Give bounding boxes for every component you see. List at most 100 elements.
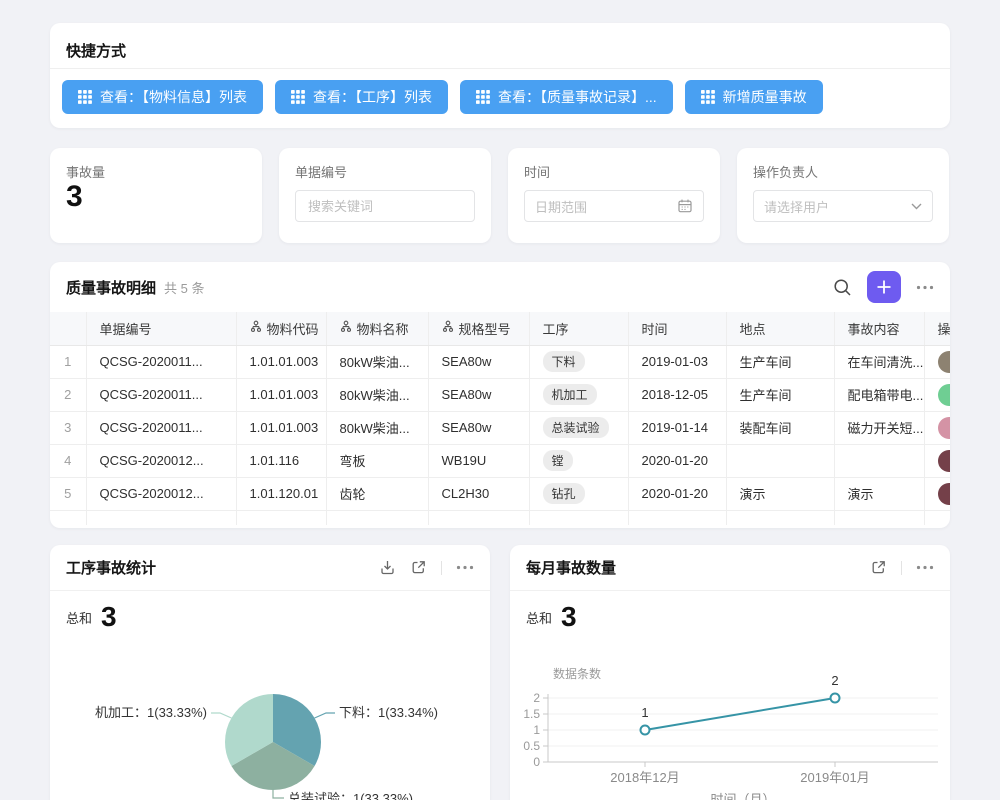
table-row[interactable]: 3 QCSG-2020011... 1.01.01.003 80kW柴油... … bbox=[50, 411, 950, 444]
cell-operator bbox=[924, 477, 950, 510]
cell-material-code: 1.01.01.003 bbox=[236, 378, 326, 411]
cell-spec: SEA80w bbox=[428, 345, 529, 378]
date-range-placeholder: 日期范围 bbox=[535, 197, 677, 216]
col-place: 地点 bbox=[726, 312, 834, 345]
empty-row bbox=[50, 510, 950, 525]
cell-place: 演示 bbox=[726, 477, 834, 510]
grid-icon bbox=[701, 90, 715, 104]
table-row[interactable]: 4 QCSG-2020012... 1.01.116 弯板 WB19U 镗 20… bbox=[50, 444, 950, 477]
table-titlebar: 质量事故明细 共 5 条 bbox=[50, 262, 950, 312]
col-material-code: 物料代码 bbox=[236, 312, 326, 345]
incident-table: 单据编号 物料代码 物料名称 规格型号 工序 时间 地点 事故内容 操作负责人 … bbox=[50, 312, 950, 525]
user-select[interactable]: 请选择用户 bbox=[753, 190, 933, 222]
cell-time: 2020-01-20 bbox=[628, 477, 726, 510]
doc-number-search-input[interactable] bbox=[295, 190, 475, 222]
shortcuts-card: 快捷方式 查看：【物料信息】列表 查看：【工序】列表 查看：【质量事故记录】..… bbox=[50, 23, 950, 128]
add-record-button[interactable] bbox=[867, 271, 901, 303]
line-chart: 数据条数 2 1.5 1 0.5 0 1 2 2018年12月 bbox=[510, 657, 950, 800]
cell-doc-no: QCSG-2020011... bbox=[86, 345, 236, 378]
more-menu-icon[interactable] bbox=[916, 285, 934, 290]
pie-chart: 机加工：1(33.33%) 下料：1(33.34%) 总装试验：1(33.33%… bbox=[50, 657, 490, 800]
grid-icon bbox=[78, 90, 92, 104]
cell-material-code: 1.01.01.003 bbox=[236, 411, 326, 444]
cell-operator bbox=[924, 378, 950, 411]
shortcut-buttons: 查看：【物料信息】列表 查看：【工序】列表 查看：【质量事故记录】... 新增质… bbox=[62, 80, 823, 114]
cell-incident bbox=[834, 444, 924, 477]
cell-incident: 在车间清洗... bbox=[834, 345, 924, 378]
avatar bbox=[938, 351, 951, 373]
view-process-list-button[interactable]: 查看：【工序】列表 bbox=[275, 80, 448, 114]
add-incident-button[interactable]: 新增质量事故 bbox=[685, 80, 823, 114]
cell-doc-no: QCSG-2020011... bbox=[86, 411, 236, 444]
process-tag: 钻孔 bbox=[543, 483, 585, 504]
data-point[interactable] bbox=[641, 726, 650, 735]
process-tag: 下料 bbox=[543, 351, 585, 372]
view-incident-records-button[interactable]: 查看：【质量事故记录】... bbox=[460, 80, 673, 114]
col-spec: 规格型号 bbox=[428, 312, 529, 345]
pie-label-zongzhuangshiyan: 总装试验：1(33.33%) bbox=[288, 791, 413, 800]
divider bbox=[901, 561, 902, 575]
sum-label: 总和 bbox=[526, 608, 552, 631]
more-menu-icon[interactable] bbox=[456, 565, 474, 570]
table-row[interactable]: 1 QCSG-2020011... 1.01.01.003 80kW柴油... … bbox=[50, 345, 950, 378]
button-label: 查看：【工序】列表 bbox=[313, 87, 432, 107]
open-in-new-icon[interactable] bbox=[410, 559, 427, 576]
pie-label-xialiao: 下料：1(33.34%) bbox=[339, 705, 438, 720]
cell-incident: 磁力开关短... bbox=[834, 411, 924, 444]
date-range-input[interactable]: 日期范围 bbox=[524, 190, 704, 222]
cell-process: 总装试验 bbox=[529, 411, 628, 444]
y-tick: 1 bbox=[533, 723, 540, 737]
cell-incident: 演示 bbox=[834, 477, 924, 510]
dashboard-page: 快捷方式 查看：【物料信息】列表 查看：【工序】列表 查看：【质量事故记录】..… bbox=[0, 0, 1000, 800]
monthly-incidents-card: 每月事故数量 总和 3 数据条数 bbox=[510, 545, 950, 800]
download-icon[interactable] bbox=[379, 559, 396, 576]
cell-place: 生产车间 bbox=[726, 345, 834, 378]
col-incident: 事故内容 bbox=[834, 312, 924, 345]
divider bbox=[441, 561, 442, 575]
gridlines bbox=[548, 698, 938, 746]
open-in-new-icon[interactable] bbox=[870, 559, 887, 576]
cell-doc-no: QCSG-2020012... bbox=[86, 477, 236, 510]
table-title: 质量事故明细 bbox=[66, 277, 156, 298]
data-point[interactable] bbox=[831, 694, 840, 703]
chart-titlebar: 工序事故统计 bbox=[50, 545, 490, 591]
process-stats-card: 工序事故统计 总和 3 bbox=[50, 545, 490, 800]
col-material-name: 物料名称 bbox=[326, 312, 428, 345]
col-time: 时间 bbox=[628, 312, 726, 345]
search-icon[interactable] bbox=[833, 278, 852, 297]
point-label: 2 bbox=[831, 673, 838, 688]
table-row[interactable]: 5 QCSG-2020012... 1.01.120.01 齿轮 CL2H30 … bbox=[50, 477, 950, 510]
cell-spec: WB19U bbox=[428, 444, 529, 477]
table-row[interactable]: 2 QCSG-2020011... 1.01.01.003 80kW柴油... … bbox=[50, 378, 950, 411]
sum-label: 总和 bbox=[66, 608, 92, 631]
chevron-down-icon bbox=[911, 203, 922, 210]
row-number-header bbox=[50, 312, 86, 345]
cell-place: 生产车间 bbox=[726, 378, 834, 411]
relation-icon bbox=[442, 320, 454, 336]
pie-leader-right bbox=[315, 713, 335, 718]
point-label: 1 bbox=[641, 705, 648, 720]
cell-spec: SEA80w bbox=[428, 411, 529, 444]
filter-label: 单据编号 bbox=[295, 162, 347, 181]
x-tick: 2018年12月 bbox=[610, 770, 679, 785]
cell-spec: SEA80w bbox=[428, 378, 529, 411]
process-tag: 镗 bbox=[543, 450, 573, 471]
record-count: 共 5 条 bbox=[164, 278, 204, 297]
cell-time: 2018-12-05 bbox=[628, 378, 726, 411]
sum-value: 3 bbox=[101, 603, 117, 631]
divider bbox=[50, 68, 950, 69]
chart-title: 工序事故统计 bbox=[66, 557, 156, 578]
avatar bbox=[938, 384, 951, 406]
cell-operator bbox=[924, 444, 950, 477]
view-material-list-button[interactable]: 查看：【物料信息】列表 bbox=[62, 80, 263, 114]
more-menu-icon[interactable] bbox=[916, 565, 934, 570]
cell-doc-no: QCSG-2020012... bbox=[86, 444, 236, 477]
cell-material-name: 80kW柴油... bbox=[326, 378, 428, 411]
search-input[interactable] bbox=[306, 198, 464, 215]
operator-filter-card: 操作负责人 请选择用户 bbox=[737, 148, 949, 243]
cell-spec: CL2H30 bbox=[428, 477, 529, 510]
button-label: 查看：【质量事故记录】... bbox=[498, 87, 657, 107]
y-tick: 0.5 bbox=[523, 739, 540, 753]
cell-process: 下料 bbox=[529, 345, 628, 378]
filter-label: 操作负责人 bbox=[753, 162, 818, 181]
